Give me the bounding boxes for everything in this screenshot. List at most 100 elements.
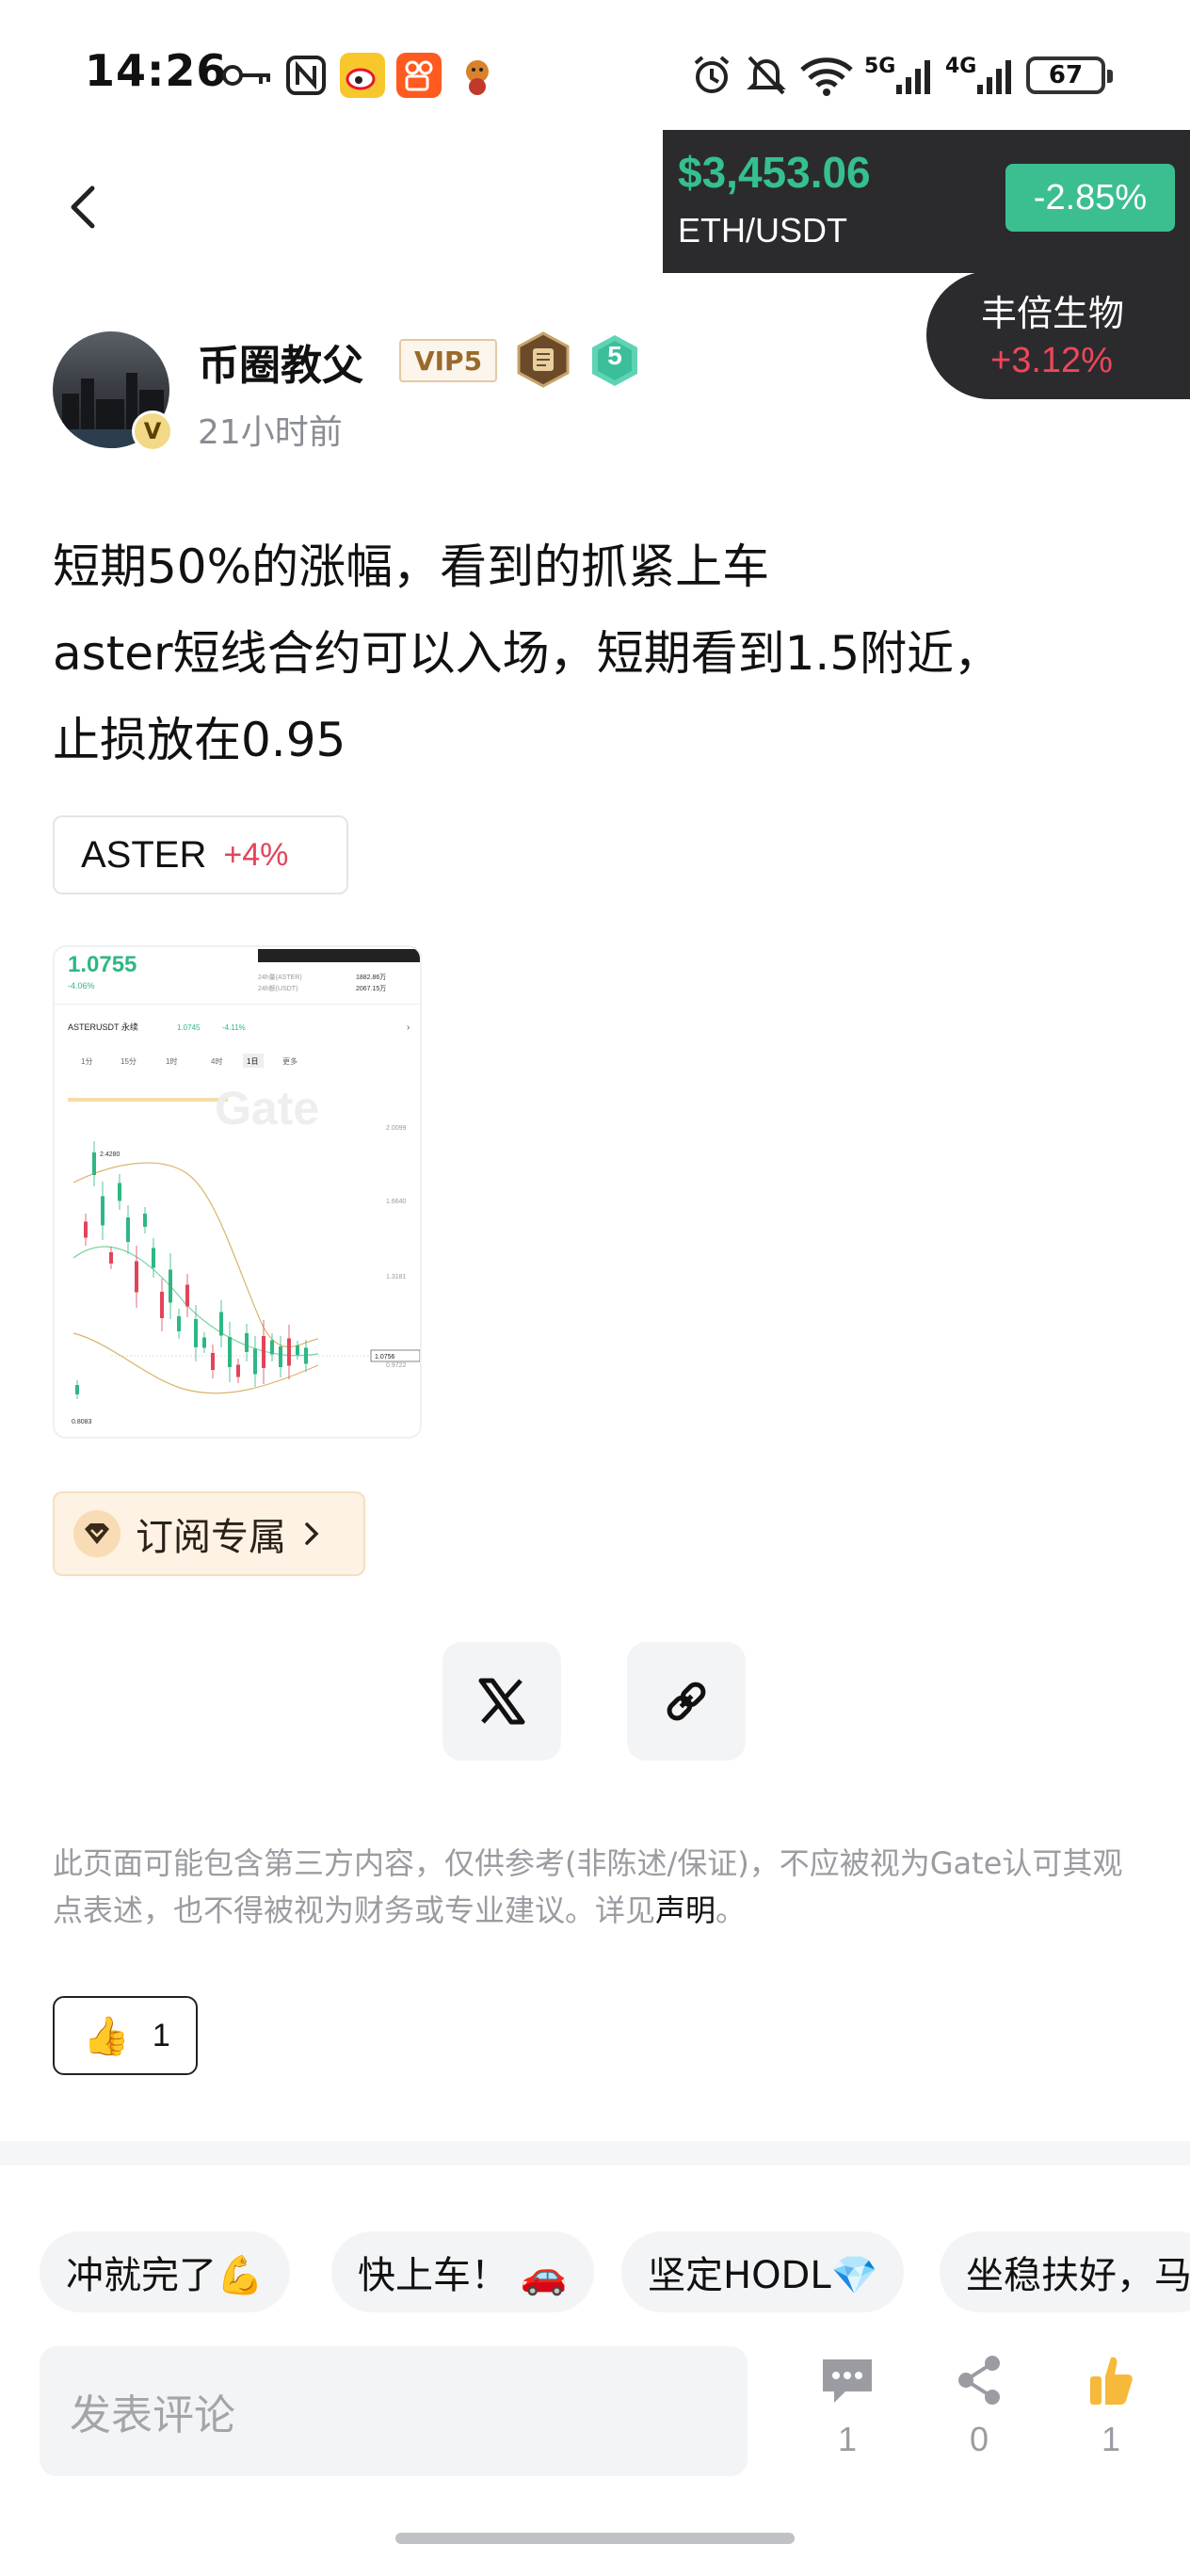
subscribe-exclusive-button[interactable]: 订阅专属 — [53, 1491, 365, 1576]
home-indicator — [395, 2533, 795, 2544]
thumb-candle-body — [219, 1312, 223, 1336]
kuaishou-icon — [395, 53, 442, 98]
verified-badge: V — [132, 411, 173, 452]
chevron-left-icon — [71, 185, 95, 229]
quick-reply-chip[interactable]: 坐稳扶好，马 — [940, 2231, 1190, 2312]
app-icon — [454, 55, 501, 96]
thumb-candle-body — [236, 1364, 240, 1377]
ticker-change-badge: -2.85% — [1005, 164, 1175, 232]
thumb-stat-label: 24h量(ASTER) — [258, 974, 302, 981]
thumb-interval: 1分 — [81, 1057, 92, 1066]
thumb-candle-body — [279, 1346, 282, 1367]
weibo-icon — [339, 53, 386, 98]
stock-ticker-pill[interactable]: 丰倍生物 +3.12% — [926, 271, 1190, 399]
signal-4g-icon: 4G — [945, 55, 1021, 96]
like-button[interactable]: 1 — [1064, 2350, 1158, 2472]
thumb-current-label: 1.0756 — [375, 1354, 395, 1360]
eth-ticker-widget[interactable]: $3,453.06 ETH/USDT -2.85% — [663, 130, 1190, 273]
chart-screenshot-thumbnail[interactable]: 1.0755 -4.06% 24h量(ASTER) 1882.86万 24h额(… — [53, 945, 422, 1439]
likes-count: 1 — [1101, 2420, 1121, 2458]
reaction-like-button[interactable]: 👍 1 — [53, 1996, 198, 2075]
disclaimer-text: 此页面可能包含第三方内容，仅供参考(非陈述/保证)，不应被视为Gate认可其观点… — [53, 1845, 1123, 1928]
medal-icon — [516, 331, 571, 388]
ticker-pair: ETH/USDT — [678, 211, 847, 250]
link-icon — [667, 1682, 706, 1721]
level-number: 5 — [607, 341, 622, 370]
disclaimer-end: 。 — [716, 1892, 747, 1928]
vip-badge: VIP5 — [399, 339, 497, 382]
quick-reply-chip[interactable]: 冲就完了💪 — [40, 2231, 290, 2312]
coin-tag[interactable]: ASTER +4% — [53, 815, 348, 894]
signal-5g-icon: 5G — [864, 55, 940, 96]
network-4g-label: 4G — [945, 55, 977, 78]
comment-input[interactable]: 发表评论 — [40, 2346, 748, 2476]
thumb-candle-body — [109, 1252, 113, 1264]
thumb-stat-label: 24h额(USDT) — [258, 984, 298, 992]
stock-name: 丰倍生物 — [981, 293, 1125, 334]
thumb-pair-change: -4.11% — [222, 1023, 246, 1032]
thumb-interval: 1时 — [166, 1056, 177, 1066]
wifi-icon — [796, 55, 857, 96]
thumb-candle-body — [228, 1337, 232, 1367]
thumbs-up-emoji-icon: 👍 — [83, 2014, 130, 2058]
thumb-candle-body — [92, 1152, 96, 1175]
thumb-interval: 1日 — [247, 1057, 258, 1066]
thumb-stat-value: 2067.15万 — [356, 985, 386, 992]
thumb-axis-label: 2.0099 — [386, 1125, 407, 1132]
thumb-low-label: 0.8083 — [72, 1419, 92, 1425]
thumb-candle-body — [185, 1284, 189, 1307]
disclaimer: 此页面可能包含第三方内容，仅供参考(非陈述/保证)，不应被视为Gate认可其观点… — [53, 1840, 1135, 1934]
thumb-pair-price: 1.0745 — [177, 1023, 201, 1032]
comments-button[interactable]: 1 — [800, 2350, 894, 2472]
section-divider — [0, 2141, 1190, 2165]
status-time: 14:26 — [85, 45, 228, 96]
thumbs-up-icon — [1081, 2350, 1141, 2410]
back-button[interactable] — [56, 179, 113, 235]
thumb-candle-body — [118, 1183, 121, 1201]
thumb-candle-body — [84, 1221, 88, 1238]
share-button[interactable]: 0 — [932, 2350, 1026, 2472]
thumb-interval: 更多 — [282, 1056, 298, 1066]
coin-name: ASTER — [81, 833, 207, 876]
coin-change: +4% — [223, 836, 289, 873]
quick-reply-chip[interactable]: 快上车！ 🚗 — [331, 2231, 594, 2312]
thumb-axis-label: 1.6640 — [386, 1199, 407, 1205]
thumb-price: 1.0755 — [68, 952, 137, 977]
thumb-candle-body — [152, 1248, 155, 1268]
thumb-candle-body — [262, 1336, 265, 1368]
level-badge: 5 — [589, 333, 640, 388]
copy-link-button[interactable] — [627, 1642, 746, 1761]
quick-reply-chip[interactable]: 坚定HODL💎 — [621, 2231, 905, 2312]
thumb-candle-body — [126, 1217, 130, 1242]
thumb-candle-body — [253, 1348, 257, 1375]
thumb-watermark: Gate — [215, 1082, 319, 1135]
chevron-right-icon — [305, 1522, 319, 1545]
comment-icon — [817, 2350, 877, 2410]
thumb-candle-body — [135, 1261, 138, 1293]
thumb-candle-body — [245, 1333, 249, 1352]
post-line: aster短线合约可以入场，短期看到1.5附近， — [53, 626, 1002, 681]
post-line: 止损放在0.95 — [53, 713, 346, 767]
thumb-candle-body — [211, 1353, 215, 1370]
thumb-interval: 4时 — [211, 1056, 222, 1066]
post-detail-page: 14:26 5G 4G 67 $3,453.06 ETH/USDT -2.85%… — [0, 0, 1190, 2576]
post-line: 短期50%的涨幅，看到的抓紧上车 — [53, 539, 770, 594]
thumb-candle-body — [169, 1269, 172, 1303]
reaction-count: 1 — [152, 2017, 170, 2053]
shares-count: 0 — [969, 2420, 989, 2458]
author-name[interactable]: 币圈教父 — [198, 331, 363, 392]
status-bar: 14:26 5G 4G 67 — [0, 0, 1190, 132]
quick-reply-row: 冲就完了💪 快上车！ 🚗 坚定HODL💎 坐稳扶好，马 — [40, 2231, 1190, 2312]
post-body: 短期50%的涨幅，看到的抓紧上车 aster短线合约可以入场，短期看到1.5附近… — [53, 523, 1135, 783]
thumb-candle-body — [143, 1214, 147, 1227]
mute-icon — [744, 55, 789, 96]
thumb-axis-label: 1.3181 — [386, 1274, 407, 1280]
disclaimer-link[interactable]: 声明 — [655, 1892, 716, 1928]
thumb-pair: ASTERUSDT 永续 — [68, 1022, 138, 1032]
network-5g-label: 5G — [864, 55, 896, 78]
thumb-candle-body — [177, 1316, 181, 1331]
stock-change: +3.12% — [990, 341, 1113, 380]
thumb-candle-body — [304, 1347, 308, 1364]
share-x-button[interactable] — [442, 1642, 561, 1761]
alarm-icon — [689, 55, 734, 96]
